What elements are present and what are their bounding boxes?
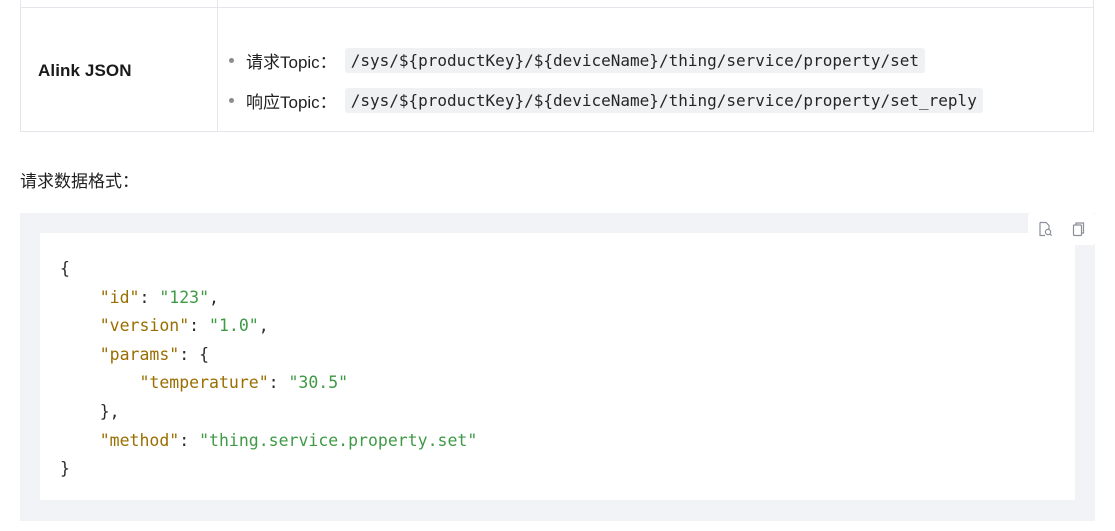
list-item: 请求Topic： /sys/${productKey}/${deviceName… bbox=[229, 40, 983, 80]
code-line: "params": { bbox=[60, 341, 477, 370]
code-line: { bbox=[60, 255, 477, 284]
json-key: "id" bbox=[99, 287, 140, 307]
code-brace: { bbox=[60, 259, 70, 278]
code-separator: : bbox=[189, 316, 210, 336]
code-block: { "id": "123", "version": "1.0", "params… bbox=[20, 213, 1095, 521]
protocol-label: Alink JSON bbox=[38, 61, 132, 80]
topic-list: 请求Topic： /sys/${productKey}/${deviceName… bbox=[229, 40, 983, 120]
topic-path: /sys/${productKey}/${deviceName}/thing/s… bbox=[344, 87, 983, 113]
search-code-icon[interactable] bbox=[1036, 220, 1054, 238]
json-key: "params" bbox=[99, 344, 180, 364]
bullet-icon bbox=[229, 98, 234, 103]
code-line: "id": "123", bbox=[60, 284, 477, 313]
topic-label: 响应Topic： bbox=[246, 92, 337, 112]
table-top-row bbox=[21, 0, 1093, 8]
json-key: "version" bbox=[99, 316, 190, 336]
code-punctuation: , bbox=[209, 287, 219, 307]
code-separator: : bbox=[179, 430, 200, 450]
json-string-value: "30.5" bbox=[288, 373, 349, 393]
code-toolbar bbox=[1028, 213, 1095, 245]
code-line: "version": "1.0", bbox=[60, 312, 477, 341]
code-punctuation: }, bbox=[99, 401, 120, 421]
code-line: "temperature": "30.5" bbox=[60, 369, 477, 398]
bullet-icon bbox=[229, 58, 234, 63]
json-string-value: "thing.service.property.set" bbox=[199, 430, 478, 450]
topic-label: 请求Topic： bbox=[246, 52, 337, 72]
code-punctuation: } bbox=[60, 459, 70, 479]
code-separator: : bbox=[179, 344, 200, 364]
topic-path: /sys/${productKey}/${deviceName}/thing/s… bbox=[344, 47, 926, 73]
json-string-value: "123" bbox=[159, 287, 210, 307]
json-key: "method" bbox=[99, 430, 180, 450]
code-punctuation: { bbox=[199, 344, 210, 364]
code-panel: { "id": "123", "version": "1.0", "params… bbox=[40, 233, 1075, 500]
request-format-heading: 请求数据格式： bbox=[20, 172, 139, 191]
table-column-divider bbox=[217, 0, 218, 131]
copy-icon[interactable] bbox=[1069, 220, 1087, 238]
code-separator: : bbox=[139, 287, 160, 307]
code-punctuation: , bbox=[258, 316, 269, 336]
list-item: 响应Topic： /sys/${productKey}/${deviceName… bbox=[229, 80, 983, 120]
code-line: } bbox=[60, 455, 477, 484]
json-string-value: "1.0" bbox=[209, 316, 259, 336]
json-key: "temperature" bbox=[139, 373, 269, 393]
code-line: "method": "thing.service.property.set" bbox=[60, 427, 478, 456]
code-line: }, bbox=[60, 398, 477, 427]
code-content[interactable]: { "id": "123", "version": "1.0", "params… bbox=[60, 255, 477, 484]
code-separator: : bbox=[268, 373, 289, 393]
